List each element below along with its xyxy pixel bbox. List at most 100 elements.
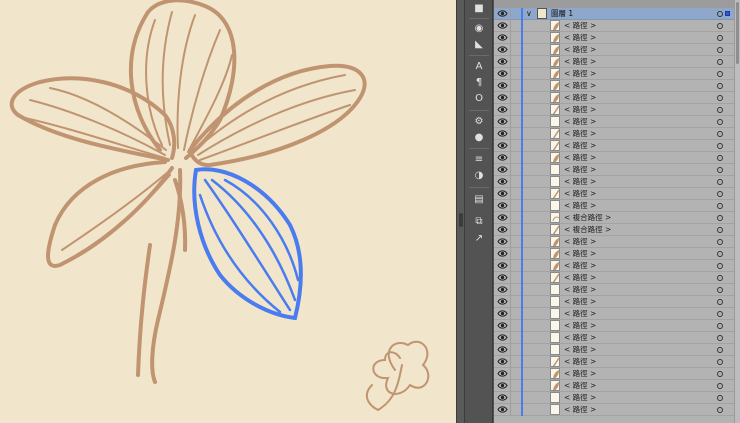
target-icon[interactable] (717, 407, 723, 413)
eye-icon[interactable] (497, 357, 508, 366)
layer-label[interactable]: < 複合路徑 > (564, 224, 611, 236)
target-icon[interactable] (717, 215, 723, 221)
layer-row[interactable]: < 路徑 > (494, 176, 740, 188)
layer-label[interactable]: < 路徑 > (564, 344, 596, 356)
gear-icon[interactable]: ⚙ (471, 115, 487, 129)
layer-row[interactable]: < 路徑 > (494, 368, 740, 380)
eye-icon[interactable] (497, 141, 508, 150)
target-icon[interactable] (717, 203, 723, 209)
color-icon[interactable]: ◉ (471, 22, 487, 36)
layer-label[interactable]: 圖層 1 (551, 8, 573, 20)
target-icon[interactable] (717, 311, 723, 317)
layer-label[interactable]: < 路徑 > (564, 92, 596, 104)
target-icon[interactable] (717, 347, 723, 353)
target-icon[interactable] (717, 71, 723, 77)
layer-label[interactable]: < 路徑 > (564, 248, 596, 260)
target-icon[interactable] (717, 143, 723, 149)
export-icon[interactable]: ↗ (471, 232, 487, 246)
layer-row[interactable]: < 路徑 > (494, 320, 740, 332)
layer-label[interactable]: < 路徑 > (564, 44, 596, 56)
target-icon[interactable] (717, 35, 723, 41)
target-icon[interactable] (717, 383, 723, 389)
layer-row[interactable]: < 路徑 > (494, 308, 740, 320)
eye-icon[interactable] (497, 405, 508, 414)
target-icon[interactable] (717, 167, 723, 173)
layer-label[interactable]: < 路徑 > (564, 32, 596, 44)
layer-label[interactable]: < 路徑 > (564, 152, 596, 164)
layer-label[interactable]: < 路徑 > (564, 200, 596, 212)
eye-icon[interactable] (497, 237, 508, 246)
selection-indicator-icon[interactable] (725, 11, 730, 16)
layer-label[interactable]: < 路徑 > (564, 260, 596, 272)
eye-icon[interactable] (497, 45, 508, 54)
layer-label[interactable]: < 路徑 > (564, 164, 596, 176)
target-icon[interactable] (717, 263, 723, 269)
eye-icon[interactable] (497, 333, 508, 342)
pathfinder-icon[interactable]: ◑ (471, 169, 487, 183)
target-icon[interactable] (717, 191, 723, 197)
layer-label[interactable]: < 路徑 > (564, 128, 596, 140)
layers-scrollbar[interactable] (734, 0, 740, 423)
panel-divider[interactable] (456, 0, 465, 423)
eye-icon[interactable] (497, 9, 508, 18)
layer-label[interactable]: < 路徑 > (564, 332, 596, 344)
layer-row[interactable]: < 路徑 > (494, 332, 740, 344)
eye-icon[interactable] (497, 21, 508, 30)
layer-label[interactable]: < 路徑 > (564, 56, 596, 68)
layer-row[interactable]: < 路徑 > (494, 56, 740, 68)
layer-label[interactable]: < 路徑 > (564, 356, 596, 368)
target-icon[interactable] (717, 323, 723, 329)
layer-row[interactable]: < 路徑 > (494, 80, 740, 92)
layer-label[interactable]: < 路徑 > (564, 140, 596, 152)
layer-row[interactable]: < 路徑 > (494, 116, 740, 128)
target-icon[interactable] (717, 11, 723, 17)
layer-label[interactable]: < 路徑 > (564, 236, 596, 248)
eye-icon[interactable] (497, 57, 508, 66)
divider-grip[interactable] (459, 213, 463, 227)
layer-row[interactable]: < 路徑 > (494, 296, 740, 308)
layer-label[interactable]: < 路徑 > (564, 188, 596, 200)
layer-label[interactable]: < 路徑 > (564, 20, 596, 32)
layer-row[interactable]: < 路徑 > (494, 236, 740, 248)
eye-icon[interactable] (497, 105, 508, 114)
target-icon[interactable] (717, 359, 723, 365)
target-icon[interactable] (717, 275, 723, 281)
target-icon[interactable] (717, 251, 723, 257)
layer-row[interactable]: < 路徑 > (494, 392, 740, 404)
eye-icon[interactable] (497, 213, 508, 222)
paragraph-icon[interactable]: ¶ (471, 76, 487, 90)
eye-icon[interactable] (497, 273, 508, 282)
layer-label[interactable]: < 路徑 > (564, 272, 596, 284)
eye-icon[interactable] (497, 261, 508, 270)
eye-icon[interactable] (497, 33, 508, 42)
layer-row[interactable]: < 路徑 > (494, 344, 740, 356)
target-icon[interactable] (717, 47, 723, 53)
eye-icon[interactable] (497, 309, 508, 318)
eye-icon[interactable] (497, 285, 508, 294)
layer-row[interactable]: < 複合路徑 > (494, 212, 740, 224)
eye-icon[interactable] (497, 201, 508, 210)
layer-label[interactable]: < 路徑 > (564, 320, 596, 332)
layer-row[interactable]: < 路徑 > (494, 284, 740, 296)
layer-label[interactable]: < 路徑 > (564, 284, 596, 296)
target-icon[interactable] (717, 299, 723, 305)
eye-icon[interactable] (497, 345, 508, 354)
layer-row[interactable]: < 路徑 > (494, 260, 740, 272)
layer-row[interactable]: < 路徑 > (494, 404, 740, 416)
layer-row[interactable]: < 路徑 > (494, 92, 740, 104)
target-icon[interactable] (717, 83, 723, 89)
layer-row[interactable]: < 路徑 > (494, 380, 740, 392)
target-icon[interactable] (717, 119, 723, 125)
layer-label[interactable]: < 路徑 > (564, 380, 596, 392)
eye-icon[interactable] (497, 69, 508, 78)
layer-label[interactable]: < 路徑 > (564, 296, 596, 308)
layer-row[interactable]: < 路徑 > (494, 68, 740, 80)
eye-icon[interactable] (497, 381, 508, 390)
layer-row[interactable]: < 路徑 > (494, 248, 740, 260)
swatch-icon[interactable]: ▤ (471, 193, 487, 207)
layer-label[interactable]: < 路徑 > (564, 176, 596, 188)
info-icon[interactable]: ● (471, 131, 487, 145)
scrollbar-thumb[interactable] (736, 2, 739, 64)
eye-icon[interactable] (497, 369, 508, 378)
layer-label[interactable]: < 路徑 > (564, 308, 596, 320)
